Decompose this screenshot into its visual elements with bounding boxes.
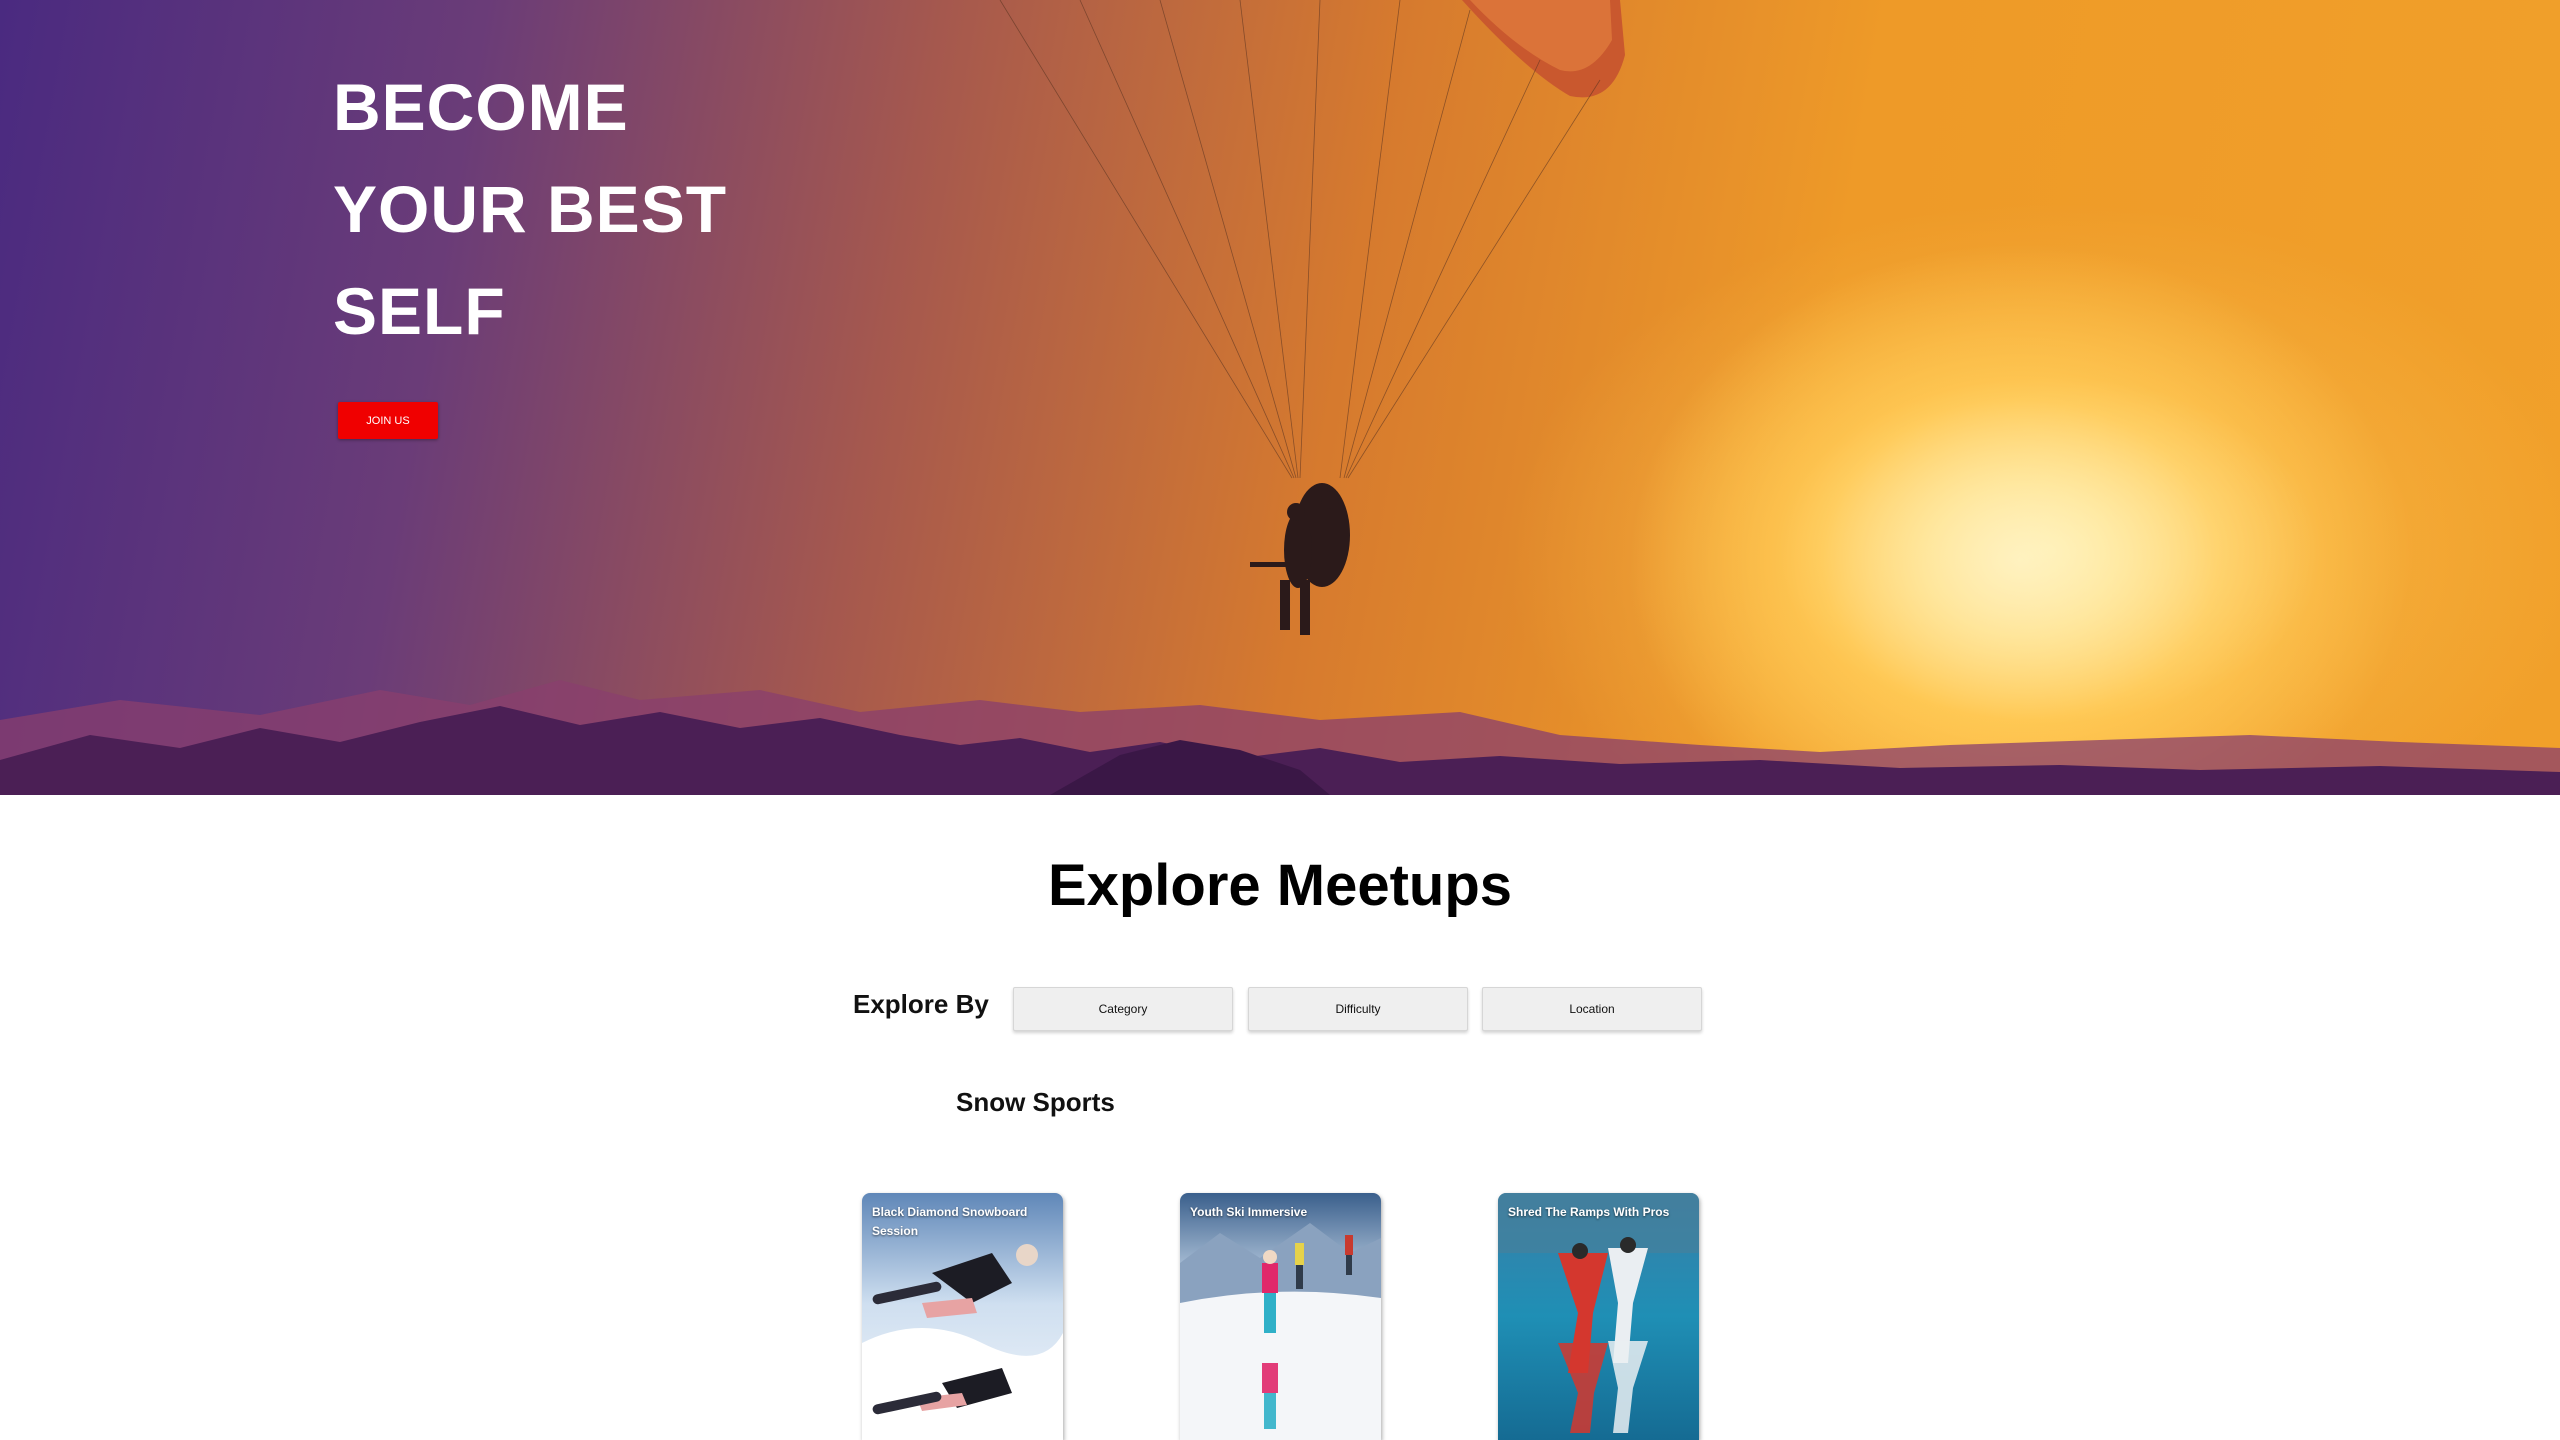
hero-banner: BECOME YOUR BEST SELF JOIN US	[0, 0, 2560, 795]
hero-title-line: YOUR BEST	[333, 172, 728, 246]
filter-difficulty-button[interactable]: Difficulty	[1248, 987, 1468, 1031]
hero-title-line: BECOME	[333, 70, 629, 144]
section-title: Explore Meetups	[1047, 853, 1513, 918]
skiers-photo	[1180, 1193, 1381, 1440]
category-heading: Snow Sports	[956, 1087, 1115, 1117]
card-title: Shred The Ramps With Pros	[1508, 1205, 1670, 1219]
join-us-button[interactable]: JOIN US	[338, 402, 438, 439]
meetup-card[interactable]: Black Diamond Snowboard Session	[862, 1193, 1063, 1440]
meetup-card[interactable]: Shred The Ramps With Pros	[1498, 1193, 1699, 1440]
card-title: Black Diamond Snowboard Session	[872, 1205, 1028, 1238]
card-title: Youth Ski Immersive	[1190, 1205, 1308, 1219]
hero-title: BECOME YOUR BEST SELF	[333, 56, 893, 362]
filter-category-button[interactable]: Category	[1013, 987, 1233, 1031]
explore-by-label: Explore By	[853, 989, 989, 1019]
filter-location-button[interactable]: Location	[1482, 987, 1702, 1031]
hero-title-line: SELF	[333, 274, 506, 348]
meetup-card[interactable]: Youth Ski Immersive	[1180, 1193, 1381, 1440]
wingsuit-photo	[1498, 1193, 1699, 1440]
